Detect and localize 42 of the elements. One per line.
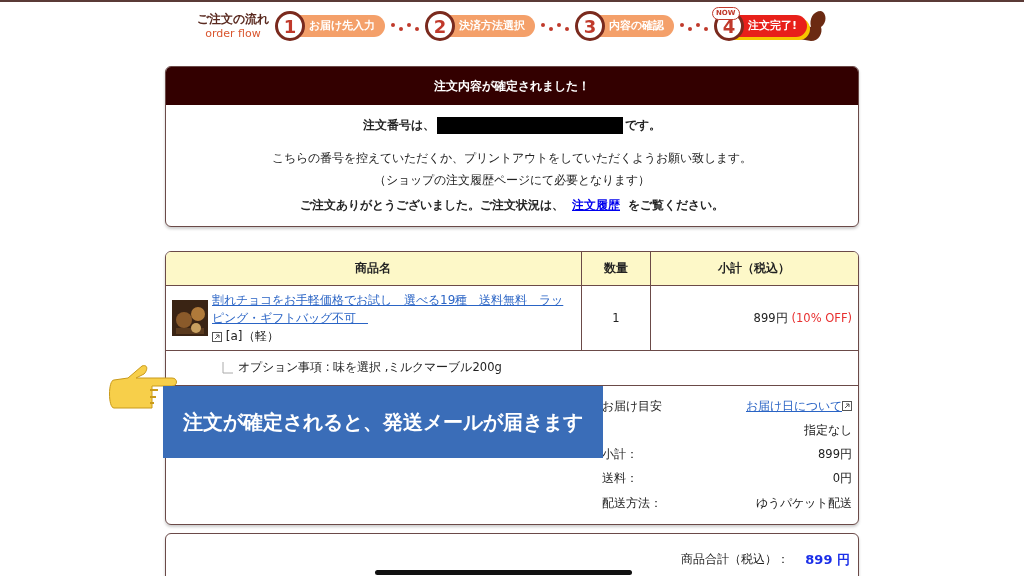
caption-banner: 注文が確定されると、発送メールが届きます: [163, 386, 603, 458]
tree-branch-icon: [222, 361, 234, 374]
delivery-label: 送料：: [602, 470, 639, 488]
delivery-label: お届け目安: [602, 397, 663, 415]
delivery-value: 0円: [832, 471, 852, 486]
step-number: 3: [575, 11, 605, 41]
thanks-text: をご覧ください。: [628, 197, 724, 212]
notice-text: （ショップの注文履歴ページにて必要となります）: [373, 171, 651, 189]
flow-subtitle: order flow: [204, 27, 262, 41]
delivery-value: 899円: [818, 447, 852, 461]
confirmation-header: 注文内容が確定されました！: [166, 67, 858, 105]
discount-text: (10% OFF): [791, 310, 852, 325]
product-tags: [a]（軽）: [225, 329, 279, 344]
column-header: 商品名: [166, 252, 582, 286]
step-label: 内容の確認: [609, 17, 664, 34]
delivery-date-link[interactable]: お届け日について: [746, 398, 842, 413]
option-text: オプション事項 : 味を選択 ,ミルクマーブル200g: [238, 359, 502, 377]
delivery-label: 配送方法：: [602, 494, 663, 512]
product-link[interactable]: 割れチョコをお手軽価格でお試し 選べる19種 送料無料 ラッピング・ギフトバッグ不可: [212, 291, 575, 328]
subtotal-text: 899円: [753, 310, 788, 325]
order-number-label: 注文番号は、: [363, 117, 435, 134]
column-header: 数量: [581, 252, 651, 286]
delivery-label: 小計：: [602, 446, 639, 463]
order-number-suffix: です。: [625, 117, 661, 134]
delivery-value: ゆうパケット配送: [756, 495, 852, 510]
step-label: お届け先入力: [309, 17, 375, 34]
step-number: 2: [425, 11, 455, 41]
flow-title: ご注文の流れ: [197, 11, 269, 28]
delivery-value: 指定なし: [804, 422, 852, 437]
total-label: 商品合計（税込）：: [681, 550, 790, 568]
external-link-icon: [212, 331, 222, 342]
pointing-hand-icon: [106, 364, 178, 412]
thanks-text: ご注文ありがとうございました。ご注文状況は、: [300, 197, 564, 212]
history-link[interactable]: 注文履歴: [572, 197, 620, 212]
column-header: 小計（税込）: [650, 252, 858, 286]
total-amount: 899 円: [805, 550, 850, 569]
step-label: 注文完了!: [748, 17, 797, 34]
external-link-icon: [842, 401, 852, 411]
notice-text: こちらの番号を控えていただくか、プリントアウトをしていただくようお願い致します。: [271, 150, 753, 168]
step-label: 決済方法選択: [459, 17, 525, 34]
step-number: 1: [275, 11, 305, 41]
quantity-cell: 1: [581, 285, 651, 351]
